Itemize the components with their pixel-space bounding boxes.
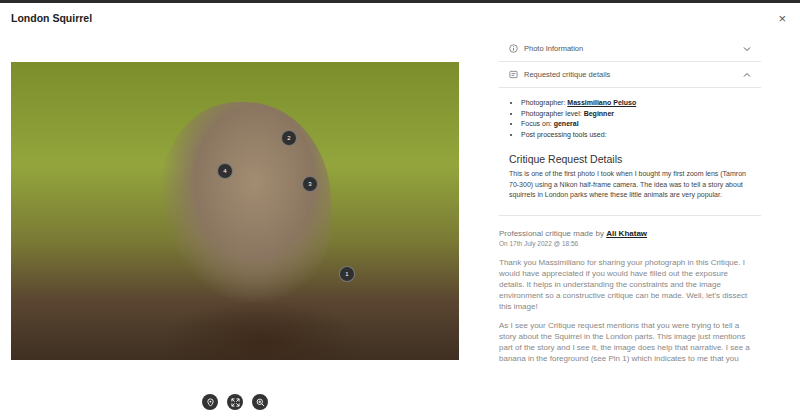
accordion-label: Requested critique details — [524, 70, 610, 79]
pin-icon — [206, 398, 215, 407]
details-list: Photographer: Massimiliano PelusoPhotogr… — [509, 98, 755, 140]
critique-paragraph: As I see your Critique request mentions … — [499, 320, 755, 364]
photo-pin[interactable]: 2 — [281, 130, 297, 146]
modal-header: London Squirrel × — [0, 3, 800, 33]
photographer-link[interactable]: Massimiliano Peluso — [567, 99, 636, 106]
chevron-down-icon — [743, 46, 751, 52]
details-value: Beginner — [584, 110, 614, 117]
photo-column: 1 2 3 4 — [11, 33, 459, 410]
document-icon — [509, 70, 518, 79]
details-item: Photographer level: Beginner — [521, 109, 755, 120]
zoom-tool-button[interactable] — [252, 394, 268, 410]
details-item: Photographer: Massimiliano Peluso — [521, 98, 755, 109]
request-heading: Critique Request Details — [509, 153, 755, 165]
photo-pin[interactable]: 3 — [302, 176, 318, 192]
photo-pin[interactable]: 1 — [339, 266, 355, 282]
critique-panel: Photo Information Requested critique deta… — [499, 33, 761, 410]
info-icon — [509, 44, 518, 53]
pin-tool-button[interactable] — [202, 394, 218, 410]
critique-modal: London Squirrel × 1 2 3 4 Photo Information Req… — [0, 0, 800, 417]
expand-tool-button[interactable] — [227, 394, 243, 410]
accordion-header[interactable]: Requested critique details — [499, 62, 761, 88]
close-button[interactable]: × — [778, 12, 786, 25]
expand-icon — [231, 398, 240, 407]
accordion-label: Photo Information — [524, 44, 583, 53]
critique-date: On 17th July 2022 @ 18:56 — [499, 239, 755, 249]
top-bar — [0, 0, 800, 3]
critique-section: Professional critique made by Ali Khataw… — [499, 216, 761, 364]
squirrel-shape — [161, 102, 331, 302]
photo-toolbar — [202, 394, 268, 410]
details-item: Post processing tools used: — [521, 130, 755, 141]
photo: 1 2 3 4 — [11, 62, 459, 360]
critique-details: Photographer: Massimiliano PelusoPhotogr… — [499, 88, 761, 216]
zoom-in-icon — [256, 398, 265, 407]
accordion-header[interactable]: Photo Information — [499, 36, 761, 62]
photo-pin[interactable]: 4 — [217, 163, 233, 179]
chevron-up-icon — [743, 72, 751, 78]
details-item: Focus on: general — [521, 119, 755, 130]
details-value: general — [554, 120, 579, 127]
critique-paragraph: Thank you Massimiliano for sharing your … — [499, 257, 755, 312]
modal-title: London Squirrel — [11, 12, 92, 24]
modal-body: 1 2 3 4 Photo Information Requested critique … — [0, 33, 800, 410]
critique-author: Professional critique made by Ali Khataw — [499, 228, 755, 239]
request-text: This is one of the first photo I took wh… — [509, 169, 755, 201]
author-link[interactable]: Ali Khataw — [606, 229, 647, 238]
